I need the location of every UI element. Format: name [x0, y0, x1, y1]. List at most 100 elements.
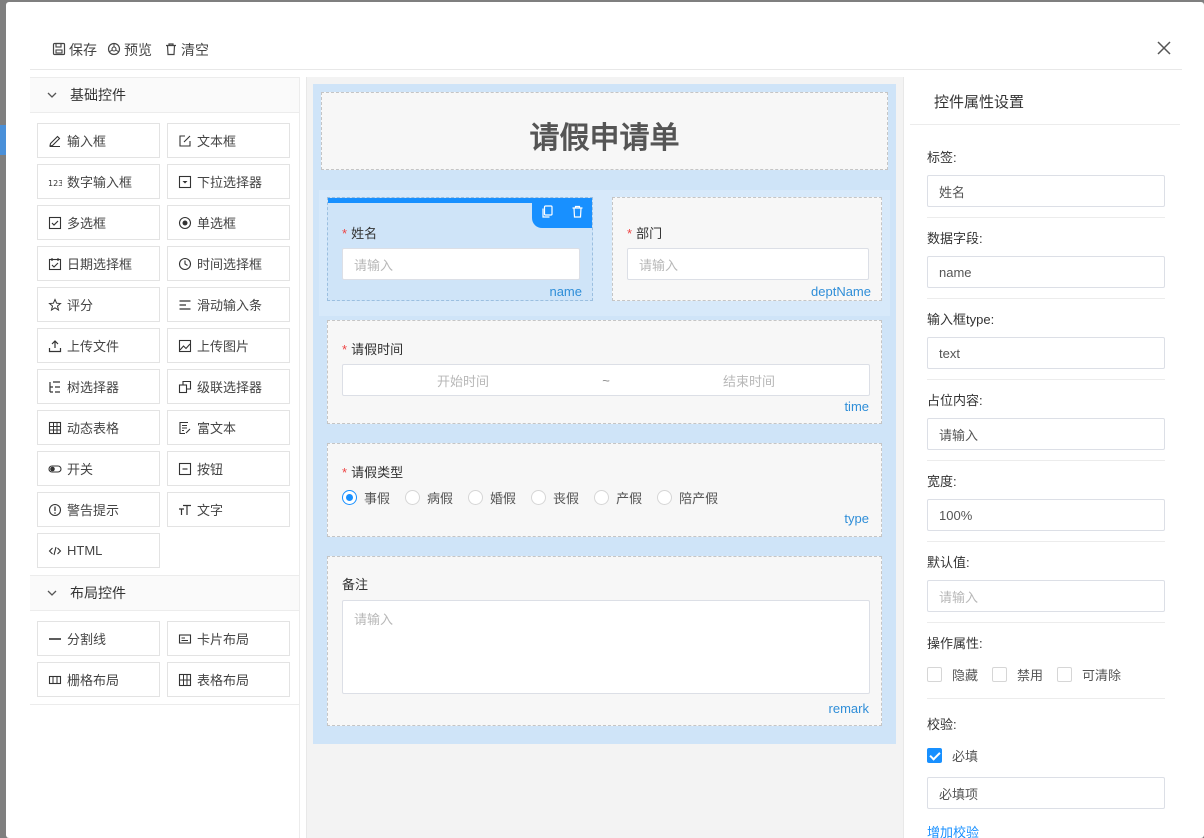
basic-components: 输入框 文本框 123 数字输入框 下拉选择器多选框 单选框日期选择框 时间选择框评分 滑动输…	[30, 113, 299, 575]
basic-component-4[interactable]: 多选框	[37, 205, 160, 240]
basic-component-19[interactable]: 文字	[167, 492, 290, 527]
date-range-input[interactable]: 开始时间 ~ 结束时间	[342, 364, 870, 396]
layout-component-0[interactable]: 分割线	[37, 621, 160, 656]
name-field-item[interactable]: * 姓名 请输入 name	[327, 197, 593, 301]
radio-unchecked	[531, 490, 547, 505]
basic-component-10[interactable]: 上传文件	[37, 328, 160, 363]
copy-icon[interactable]	[541, 205, 554, 221]
clear-button[interactable]: 清空	[164, 40, 209, 60]
checkbox-checked	[927, 748, 942, 763]
basic-component-9[interactable]: 滑动输入条	[167, 287, 290, 322]
form-designer-modal: 保存 预览 清空 基础控件 输入框 文本框 123 数字输入框 下拉选择器多选框 单选框日…	[6, 2, 1204, 838]
type-radio-option[interactable]: 丧假	[531, 488, 579, 507]
required-message-input[interactable]: 必填项	[927, 777, 1165, 809]
basic-component-16[interactable]: 开关	[37, 451, 160, 486]
add-validation-link[interactable]: 增加校验	[927, 822, 1165, 838]
layout-group-header[interactable]: 布局控件	[30, 575, 299, 611]
dept-key: deptName	[811, 284, 871, 299]
type-radio-option[interactable]: 事假	[342, 488, 390, 507]
basic-component-17[interactable]: 按钮	[167, 451, 290, 486]
component-label: 警告提示	[67, 503, 120, 518]
required-checkbox[interactable]: 必填	[927, 746, 978, 765]
name-input[interactable]: 请输入	[342, 248, 580, 280]
type-radio-option[interactable]: 婚假	[468, 488, 516, 507]
layout-component-3[interactable]: 表格布局	[167, 662, 290, 697]
basic-component-14[interactable]: 动态表格	[37, 410, 160, 445]
remark-field-item[interactable]: 备注 请输入 remark	[327, 556, 882, 726]
component-label: 栅格布局	[67, 673, 120, 688]
type-radio-option[interactable]: 病假	[405, 488, 453, 507]
properties-title: 控件属性设置	[910, 77, 1180, 125]
alert-icon	[48, 503, 62, 517]
component-label: 评分	[67, 298, 94, 313]
width-input[interactable]: 100%	[927, 499, 1165, 531]
ops-checkboxes: 隐藏 禁用 可清除	[927, 665, 1165, 684]
layout-component-2[interactable]: 栅格布局	[37, 662, 160, 697]
range-start: 开始时间	[436, 373, 489, 389]
card-icon	[178, 632, 192, 646]
basic-group-header[interactable]: 基础控件	[30, 77, 299, 113]
preview-button[interactable]: 预览	[107, 40, 152, 60]
component-label: 输入框	[67, 134, 107, 149]
prop-type: 输入框type: text	[927, 309, 1165, 380]
prop-placeholder: 占位内容: 请输入	[927, 390, 1165, 461]
basic-component-2[interactable]: 123 数字输入框	[37, 164, 160, 199]
type-field-item[interactable]: * 请假类型 事假 病假 婚假 丧假 产假 陪产假 type	[327, 443, 882, 537]
checkbox-label: 隐藏	[952, 668, 979, 683]
component-label: 日期选择框	[67, 257, 133, 272]
basic-component-1[interactable]: 文本框	[167, 123, 290, 158]
basic-component-6[interactable]: 日期选择框	[37, 246, 160, 281]
remark-textarea[interactable]: 请输入	[342, 600, 870, 694]
component-label: 开关	[67, 462, 94, 477]
checkbox-unchecked	[927, 667, 942, 682]
label-input[interactable]: 姓名	[927, 175, 1165, 207]
component-label: 下拉选择器	[197, 175, 263, 190]
component-label: 表格布局	[197, 673, 250, 688]
default-input[interactable]: 请输入	[927, 580, 1165, 612]
edit-square-icon	[178, 134, 192, 148]
type-radio-option[interactable]: 陪产假	[657, 488, 718, 507]
type-input[interactable]: text	[927, 337, 1165, 369]
layout-component-1[interactable]: 卡片布局	[167, 621, 290, 656]
type-radio-option[interactable]: 产假	[594, 488, 642, 507]
component-label: 多选框	[67, 216, 107, 231]
component-label: 按钮	[197, 462, 224, 477]
form-title-block[interactable]: 请假申请单	[321, 92, 888, 170]
ops-checkbox[interactable]: 可清除	[1057, 665, 1121, 684]
preview-label: 预览	[124, 42, 152, 58]
grid-icon	[48, 673, 62, 687]
field-input[interactable]: name	[927, 256, 1165, 288]
placeholder-input[interactable]: 请输入	[927, 418, 1165, 450]
basic-component-12[interactable]: 树选择器	[37, 369, 160, 404]
basic-component-13[interactable]: 级联选择器	[167, 369, 290, 404]
range-end: 结束时间	[722, 373, 775, 389]
dept-input[interactable]: 请输入	[627, 248, 869, 280]
close-icon[interactable]	[1154, 38, 1174, 58]
basic-component-0[interactable]: 输入框	[37, 123, 160, 158]
basic-component-15[interactable]: 富文本	[167, 410, 290, 445]
save-button[interactable]: 保存	[52, 40, 97, 60]
basic-component-7[interactable]: 时间选择框	[167, 246, 290, 281]
basic-component-8[interactable]: 评分	[37, 287, 160, 322]
basic-component-3[interactable]: 下拉选择器	[167, 164, 290, 199]
basic-component-11[interactable]: 上传图片	[167, 328, 290, 363]
basic-component-20[interactable]: HTML	[37, 533, 160, 568]
ops-checkbox[interactable]: 禁用	[992, 665, 1043, 684]
delete-icon[interactable]	[571, 205, 584, 221]
ops-checkbox[interactable]: 隐藏	[927, 665, 978, 684]
rich-text-icon	[178, 421, 192, 435]
star-icon	[48, 297, 62, 312]
upload-icon	[48, 339, 62, 353]
prop-default: 默认值: 请输入	[927, 552, 1165, 623]
basic-component-18[interactable]: 警告提示	[37, 492, 160, 527]
time-field-item[interactable]: * 请假时间 开始时间 ~ 结束时间 time	[327, 320, 882, 424]
checkbox-unchecked	[992, 667, 1008, 682]
radio-label: 事假	[364, 491, 391, 506]
basic-component-5[interactable]: 单选框	[167, 205, 290, 240]
edit-icon	[48, 134, 62, 148]
layout-components: 分割线 卡片布局栅格布局 表格布局	[30, 611, 299, 705]
dept-field-item[interactable]: * 部门 请输入 deptName	[612, 197, 882, 301]
component-label: 文字	[197, 503, 224, 518]
component-label: 时间选择框	[197, 257, 263, 272]
save-label: 保存	[69, 42, 97, 58]
